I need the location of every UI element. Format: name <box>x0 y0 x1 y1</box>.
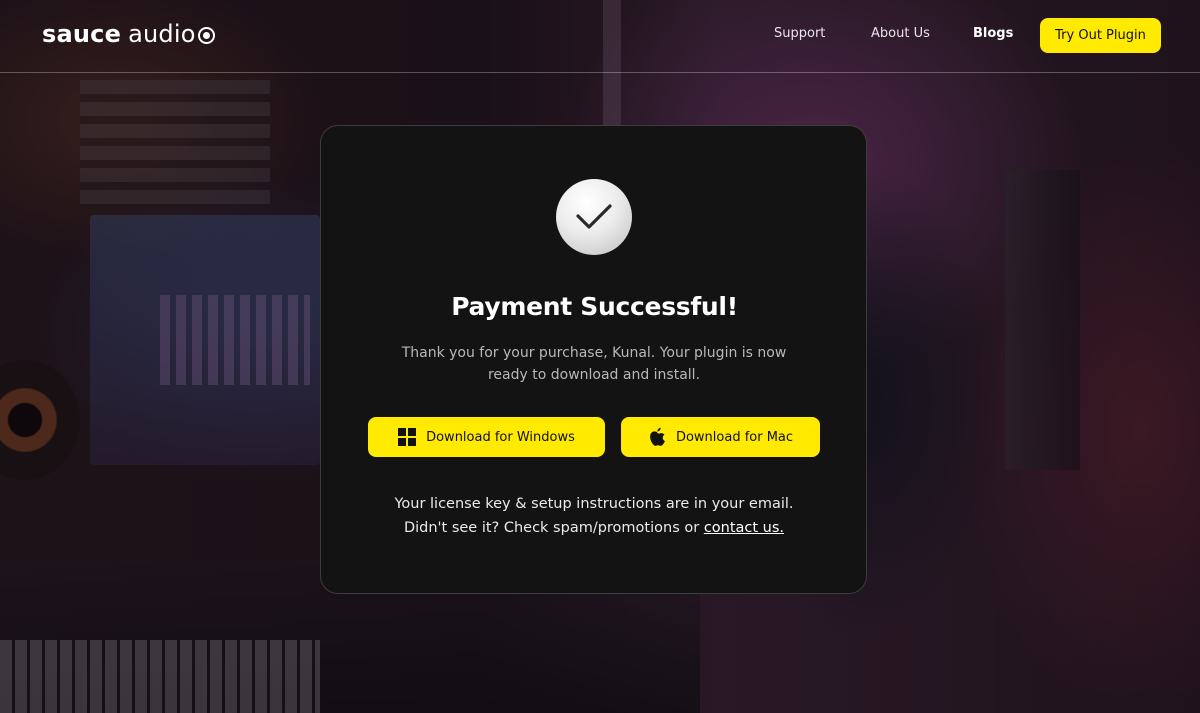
success-badge <box>556 179 632 255</box>
site-header: sauce audio Support About Us Blogs Try O… <box>0 0 1200 73</box>
check-icon <box>576 204 612 229</box>
nav-support-link[interactable]: Support <box>774 26 825 41</box>
contact-us-link[interactable]: contact us. <box>704 520 784 536</box>
payment-success-card: Payment Successful! Thank you for your p… <box>320 125 867 594</box>
download-mac-button[interactable]: Download for Mac <box>621 417 820 457</box>
download-windows-label: Download for Windows <box>426 429 575 445</box>
logo-text-bold: sauce <box>42 20 122 48</box>
page-title: Payment Successful! <box>451 292 738 321</box>
logo-text-light: audio <box>128 20 196 48</box>
brand-logo[interactable]: sauce audio <box>42 20 215 48</box>
windows-icon <box>398 428 417 446</box>
page: sauce audio Support About Us Blogs Try O… <box>0 0 1200 713</box>
license-note: Your license key & setup instructions ar… <box>374 492 814 540</box>
apple-icon <box>650 427 665 446</box>
try-plugin-button[interactable]: Try Out Plugin <box>1040 18 1161 53</box>
purchase-message: Thank you for your purchase, Kunal. Your… <box>401 345 787 383</box>
nav-about-link[interactable]: About Us <box>871 26 930 41</box>
nav-blogs-link[interactable]: Blogs <box>973 26 1013 41</box>
logo-ring-icon <box>197 26 215 44</box>
download-windows-button[interactable]: Download for Windows <box>368 417 605 457</box>
download-mac-label: Download for Mac <box>675 429 794 445</box>
